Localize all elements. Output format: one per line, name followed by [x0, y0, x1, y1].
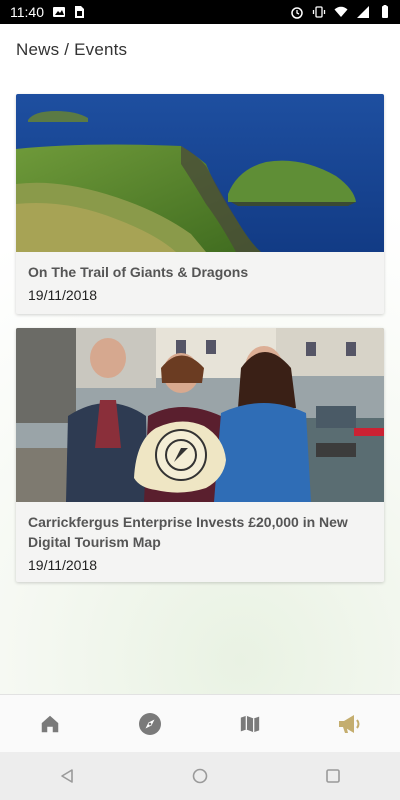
status-bar: 11:40 — [0, 0, 400, 24]
signal-icon — [357, 6, 369, 18]
home-button[interactable] — [170, 756, 230, 796]
article-date: 19/11/2018 — [28, 287, 98, 303]
system-navigation-bar — [0, 752, 400, 800]
nav-map[interactable] — [220, 699, 280, 749]
news-events-page: News / Events On The Trail of Giants & D… — [0, 24, 400, 694]
vibrate-icon — [312, 6, 326, 18]
coastal-cliffs-photo — [16, 94, 384, 252]
back-icon — [60, 769, 73, 783]
article-date: 19/11/2018 — [28, 557, 98, 573]
home-icon — [41, 715, 59, 733]
alarm-icon — [291, 7, 303, 19]
article-title: On The Trail of Giants & Dragons — [28, 264, 249, 280]
bottom-navigation — [0, 694, 400, 753]
compass-icon — [139, 713, 161, 735]
nav-news[interactable] — [320, 699, 380, 749]
page-title: News / Events — [16, 40, 128, 59]
nav-explore[interactable] — [120, 699, 180, 749]
back-button[interactable] — [37, 756, 97, 796]
nav-home[interactable] — [20, 699, 80, 749]
megaphone-icon — [339, 715, 360, 733]
group-photo-harbour — [16, 328, 384, 502]
sim-icon — [75, 6, 84, 18]
recents-icon — [326, 769, 341, 783]
image-icon — [53, 7, 65, 17]
recents-button[interactable] — [303, 756, 363, 796]
map-icon — [240, 715, 260, 733]
circle-home-icon — [192, 768, 208, 784]
article-title: Carrickfergus Enterprise Invests £20,000… — [28, 514, 348, 550]
status-time: 11:40 — [10, 4, 44, 20]
battery-icon — [382, 5, 388, 18]
article-card[interactable]: Carrickfergus Enterprise Invests £20,000… — [16, 328, 384, 582]
wifi-icon — [334, 6, 348, 17]
article-card[interactable]: On The Trail of Giants & Dragons 19/11/2… — [16, 94, 384, 314]
